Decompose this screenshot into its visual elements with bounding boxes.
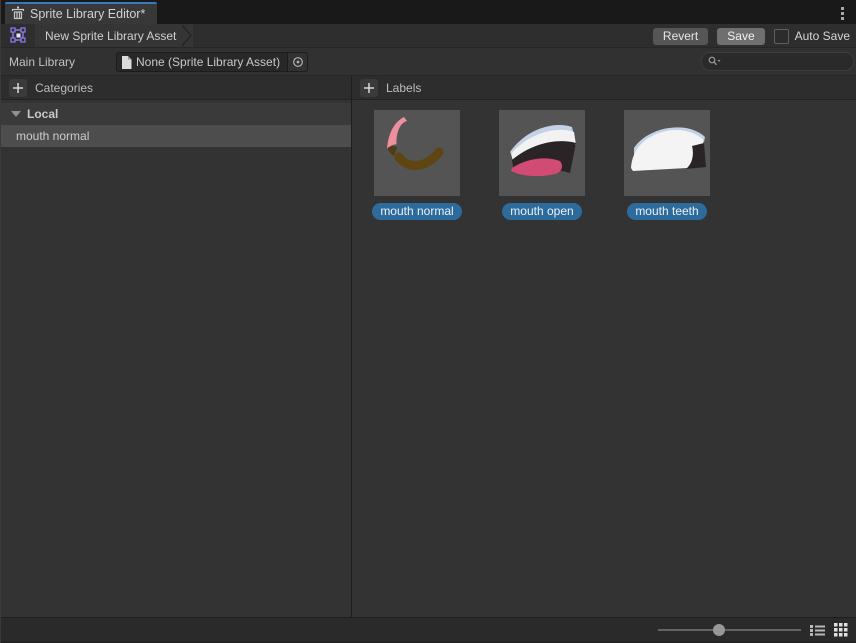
labels-grid: mouth normal mouth open: [352, 100, 856, 220]
sprite-library-asset-icon: [9, 27, 27, 45]
foldout-arrow-icon: [11, 111, 21, 117]
search-icon: [708, 56, 721, 67]
category-list: Local mouth normal: [1, 100, 351, 147]
object-picker-icon[interactable]: [287, 53, 307, 71]
auto-save-label: Auto Save: [795, 29, 850, 43]
grid-view-icon[interactable]: [832, 622, 850, 638]
foldout-label: Local: [27, 107, 58, 121]
label-item-mouth-teeth[interactable]: mouth teeth: [624, 110, 710, 220]
asset-file-icon: [121, 56, 132, 69]
sprite-thumbnail-mouth-normal: [374, 110, 460, 196]
sprite-library-editor-icon: [11, 6, 25, 23]
label-item-mouth-normal[interactable]: mouth normal: [374, 110, 460, 220]
breadcrumb-new-sprite-library-asset[interactable]: New Sprite Library Asset: [35, 24, 182, 47]
main-library-row: Main Library None (Sprite Library Asset): [1, 48, 856, 76]
labels-panel: Labels mouth normal: [352, 76, 856, 617]
tab-sprite-library-editor[interactable]: Sprite Library Editor*: [5, 2, 157, 24]
label-item-mouth-open[interactable]: mouth open: [499, 110, 585, 220]
slider-track[interactable]: [658, 629, 801, 631]
object-field-value: None (Sprite Library Asset): [136, 55, 280, 69]
main-library-object-field[interactable]: None (Sprite Library Asset): [116, 52, 308, 72]
tab-title: Sprite Library Editor*: [30, 7, 145, 21]
labels-header: Labels: [352, 76, 856, 100]
label-pill: mouth open: [502, 203, 581, 220]
categories-header-label: Categories: [35, 81, 93, 95]
add-label-button[interactable]: [360, 79, 378, 97]
save-button[interactable]: Save: [717, 28, 764, 45]
label-pill: mouth normal: [372, 203, 461, 220]
add-category-button[interactable]: [9, 79, 27, 97]
breadcrumb-chevron-icon: [182, 24, 193, 47]
categories-header: Categories: [1, 76, 351, 100]
thumbnail-size-slider[interactable]: [658, 618, 801, 642]
category-row-mouth-normal[interactable]: mouth normal: [1, 125, 351, 147]
labels-header-label: Labels: [386, 81, 421, 95]
editor-body: Categories Local mouth normal Labels: [1, 76, 856, 617]
auto-save-checkbox[interactable]: [774, 29, 789, 44]
search-input[interactable]: [725, 55, 843, 69]
list-view-icon[interactable]: [808, 622, 826, 638]
asset-toolbar: New Sprite Library Asset Revert Save Aut…: [1, 24, 856, 48]
window-tab-bar: Sprite Library Editor*: [1, 0, 856, 24]
local-foldout[interactable]: Local: [1, 103, 351, 125]
categories-panel: Categories Local mouth normal: [1, 76, 352, 617]
kebab-menu-icon[interactable]: [835, 5, 849, 21]
main-library-label: Main Library: [9, 55, 75, 69]
search-field[interactable]: [701, 52, 854, 71]
zoom-slider-handle[interactable]: [713, 624, 725, 636]
label-pill: mouth teeth: [627, 203, 706, 220]
sprite-library-editor-window: Sprite Library Editor* New Sprite Librar…: [0, 0, 856, 643]
bottom-bar: [1, 617, 856, 643]
sprite-thumbnail-mouth-teeth: [624, 110, 710, 196]
revert-button[interactable]: Revert: [653, 28, 708, 45]
sprite-thumbnail-mouth-open: [499, 110, 585, 196]
